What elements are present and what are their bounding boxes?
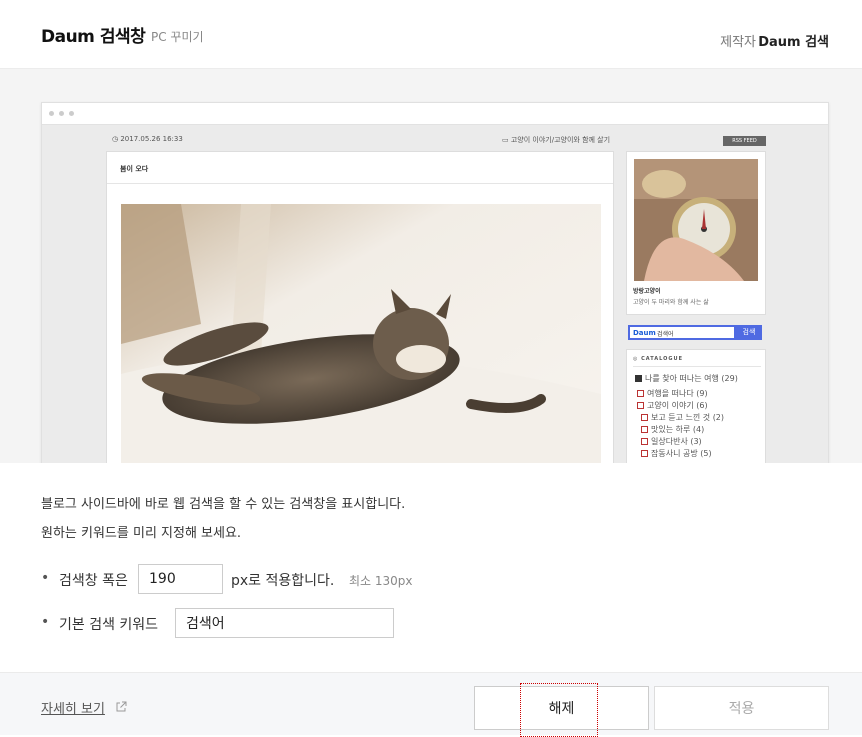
profile-desc: 고양이 두 마리와 함께 사는 삶 bbox=[633, 299, 709, 306]
catalogue-card: ◎ CATALOGUE 나를 찾아 떠나는 여행 (29) 여행을 떠나다 (9… bbox=[626, 349, 766, 463]
width-label: 검색창 폭은 bbox=[59, 573, 128, 589]
preview-area: ◷ 2017.05.26 16:33 ▭ 고양이 이야기/고양이와 함께 살기 … bbox=[0, 69, 862, 463]
preview-browser: ◷ 2017.05.26 16:33 ▭ 고양이 이야기/고양이와 함께 살기 … bbox=[41, 102, 829, 463]
catalogue-divider bbox=[633, 366, 761, 367]
keyword-input[interactable] bbox=[175, 608, 394, 638]
plugin-subtitle: PC 꾸미기 bbox=[151, 30, 204, 44]
category-item: 고양이 이야기 (6) bbox=[637, 400, 708, 411]
rss-badge: RSS FEED bbox=[723, 136, 766, 146]
width-suffix: px로 적용합니다. bbox=[231, 573, 335, 589]
category-item: 나를 찾아 떠나는 여행 (29) bbox=[635, 373, 738, 384]
catalogue-title: ◎ CATALOGUE bbox=[633, 356, 684, 362]
folder-icon bbox=[637, 390, 644, 397]
post-divider bbox=[107, 183, 613, 184]
profile-name: 방랑고양이 bbox=[633, 288, 661, 295]
keyword-label: 기본 검색 키워드 bbox=[59, 617, 159, 633]
folder-icon bbox=[641, 414, 648, 421]
description-line-1: 블로그 사이드바에 바로 웹 검색을 할 수 있는 검색창을 표시합니다. bbox=[41, 497, 406, 512]
search-widget-keyword: 검색어 bbox=[657, 331, 674, 338]
folder-icon: ▭ bbox=[502, 136, 509, 144]
category-item: 일상다반사 (3) bbox=[641, 436, 702, 447]
profile-photo bbox=[634, 159, 758, 281]
browser-bar bbox=[42, 103, 828, 125]
release-button[interactable]: 해제 bbox=[474, 683, 649, 737]
category-item: 잡동사니 공방 (5) bbox=[641, 448, 712, 459]
post-category: ▭ 고양이 이야기/고양이와 함께 살기 bbox=[502, 136, 611, 144]
bullet-icon: • bbox=[41, 614, 50, 630]
post-date: ◷ 2017.05.26 16:33 bbox=[112, 135, 183, 143]
profile-card: 방랑고양이 고양이 두 마리와 함께 사는 삶 bbox=[626, 151, 766, 315]
plugin-title: Daum 검색창 bbox=[41, 27, 146, 47]
folder-icon bbox=[637, 402, 644, 409]
category-item: 보고 듣고 느낀 것 (2) bbox=[641, 412, 724, 423]
clock-icon: ◷ bbox=[112, 135, 119, 143]
author-name: Daum 검색 bbox=[758, 35, 829, 50]
width-input[interactable] bbox=[138, 564, 223, 594]
header: Daum 검색창 PC 꾸미기 제작자 Daum 검색 bbox=[0, 0, 862, 69]
folder-icon bbox=[641, 438, 648, 445]
search-widget-box: Daum 검색어 bbox=[628, 325, 736, 340]
folder-icon bbox=[641, 450, 648, 457]
catalogue-icon: ◎ bbox=[633, 356, 639, 362]
window-dot-icon bbox=[59, 111, 64, 116]
cat-photo bbox=[121, 204, 601, 463]
folder-icon bbox=[635, 375, 642, 382]
category-item: 맛있는 하루 (4) bbox=[641, 424, 704, 435]
post-title: 봄이 오다 bbox=[120, 165, 149, 173]
category-item: 여행을 떠나다 (9) bbox=[637, 388, 708, 399]
author-label: 제작자 bbox=[720, 35, 756, 50]
search-widget-preview: Daum 검색어 검색 bbox=[628, 325, 762, 340]
more-info-link[interactable]: 자세히 보기 bbox=[41, 698, 105, 717]
bullet-icon: • bbox=[41, 570, 50, 586]
search-widget-button: 검색 bbox=[736, 325, 762, 340]
window-dot-icon bbox=[69, 111, 74, 116]
window-dot-icon bbox=[49, 111, 54, 116]
description-line-2: 원하는 키워드를 미리 지정해 보세요. bbox=[41, 526, 242, 541]
apply-button[interactable]: 적용 bbox=[654, 686, 829, 730]
width-hint: 최소 130px bbox=[349, 574, 413, 588]
daum-logo: Daum bbox=[633, 329, 656, 337]
post-card: 봄이 오다 bbox=[106, 151, 614, 463]
external-link-icon[interactable] bbox=[115, 701, 127, 713]
folder-icon bbox=[641, 426, 648, 433]
